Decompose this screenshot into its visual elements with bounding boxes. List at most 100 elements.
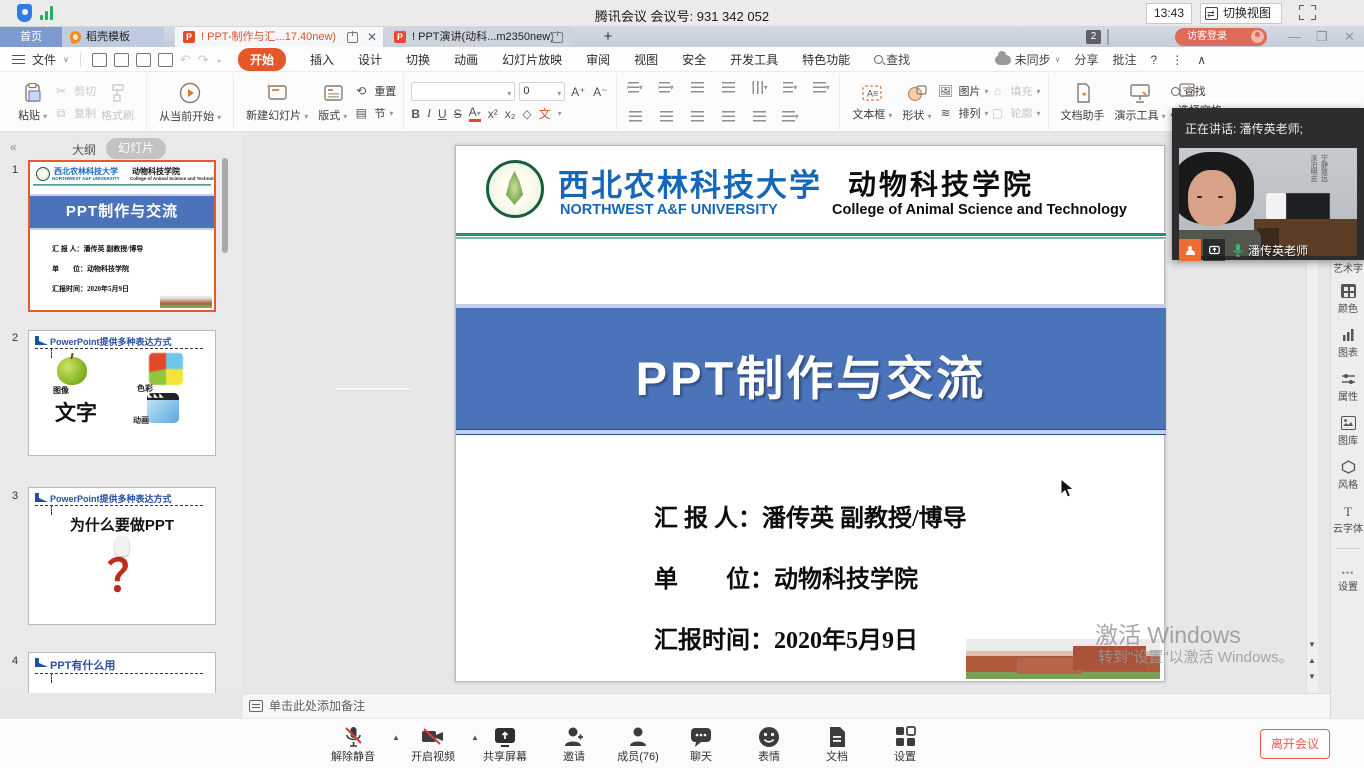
new-tab-button[interactable]: + [598, 27, 618, 47]
reset-button[interactable]: ⟲重置 [352, 83, 396, 99]
print-preview-icon[interactable] [136, 53, 151, 67]
shapes-button[interactable]: 形状 ▾ [897, 82, 936, 123]
slide-thumbnail-1[interactable]: 西北农林科技大学 动物科技学院 NORTHWEST A&F UNIVERSITY… [28, 160, 216, 312]
sidebar-item-style[interactable]: 风格 [1331, 460, 1364, 491]
doc-assistant-button[interactable]: 文档助手 [1056, 82, 1110, 123]
tab-home[interactable]: 首页 [0, 27, 62, 47]
menu-animation[interactable]: 动画 [454, 51, 478, 68]
fill-button[interactable]: ⌂填充▾ [988, 83, 1040, 99]
docs-button[interactable]: 文档 [802, 723, 872, 764]
bold-button[interactable]: B [411, 107, 420, 121]
sync-status[interactable]: 未同步∨ [995, 51, 1061, 68]
tab-outline[interactable]: 大纲 [72, 141, 96, 158]
unmute-button[interactable]: 解除静音 [318, 723, 388, 764]
play-from-current-button[interactable]: 从当前开始 ▾ [154, 81, 226, 124]
text-direction-button[interactable]: ▾ [748, 77, 770, 99]
redo-icon[interactable]: ↷ [198, 52, 209, 68]
fullscreen-icon[interactable] [1299, 5, 1316, 20]
main-menu-icon[interactable] [12, 55, 25, 64]
subscript-button[interactable]: x₂ [505, 107, 516, 121]
sidebar-item-color[interactable]: 颜色 [1331, 284, 1364, 315]
guest-login-button[interactable]: 访客登录 [1175, 28, 1267, 46]
sidebar-item-gallery[interactable]: 图库 [1331, 416, 1364, 447]
pin-icon[interactable] [347, 32, 358, 43]
share-button[interactable]: 分享 [1074, 51, 1098, 68]
doc-tab-active[interactable]: P ! PPT-制作与汇...17.40new) ✕ [175, 27, 383, 47]
doc-tab-inactive[interactable]: P ! PPT演讲(动科...m2350new) [386, 27, 572, 47]
menu-design[interactable]: 设计 [358, 51, 382, 68]
panel-scrollbar[interactable] [222, 158, 228, 253]
menu-view[interactable]: 视图 [634, 51, 658, 68]
font-color-button[interactable]: A▾ [469, 105, 481, 122]
increase-indent-button[interactable] [717, 77, 739, 99]
justify-button[interactable] [717, 106, 739, 128]
pin-icon[interactable] [552, 32, 563, 43]
collapse-ribbon-button[interactable]: ∧ [1197, 53, 1206, 67]
distribute-button[interactable] [748, 106, 770, 128]
italic-button[interactable]: I [427, 106, 431, 121]
align-text-button[interactable]: ▾ [779, 77, 801, 99]
paste-button[interactable]: 粘贴 ▾ [13, 82, 52, 123]
bullets-button[interactable]: ▾ [624, 77, 646, 99]
tab-template[interactable]: 稻壳模板 [62, 27, 164, 47]
quickbar-more-icon[interactable]: ⌄ [216, 55, 223, 64]
menu-review[interactable]: 审阅 [586, 51, 610, 68]
slide-thumbnail-3[interactable]: PowerPoint提供多种表达方式 为什么要做PPT ？ [28, 487, 216, 625]
columns-button[interactable]: ▾ [810, 77, 832, 99]
sidebar-item-chart[interactable]: 图表 [1331, 328, 1364, 359]
section-button[interactable]: ▤节▾ [352, 105, 396, 121]
more-button[interactable]: ⋮ [1171, 53, 1183, 67]
sidebar-item-properties[interactable]: 属性 [1331, 372, 1364, 403]
align-right-button[interactable] [686, 106, 708, 128]
menu-transition[interactable]: 切换 [406, 51, 430, 68]
members-button[interactable]: 成员(76) [603, 723, 673, 764]
preview-icon[interactable] [158, 53, 173, 67]
numbering-button[interactable]: ▾ [655, 77, 677, 99]
menu-home[interactable]: 开始 [238, 48, 286, 71]
slide-thumbnail-2[interactable]: PowerPoint提供多种表达方式 图像 色彩 文字 动画 [28, 330, 216, 456]
align-left-button[interactable] [624, 106, 646, 128]
text-box-button[interactable]: A≡ 文本框 ▾ [847, 83, 897, 122]
presentation-tools-button[interactable]: 演示工具 ▾ [1110, 82, 1171, 123]
video-overlay[interactable]: 正在讲话: 潘传英老师; 宁静致远 淡泊明志 潘传英老师 [1172, 108, 1364, 260]
font-size-combo[interactable]: 0▾ [519, 82, 565, 101]
undo-icon[interactable]: ↶ [180, 52, 191, 68]
menu-features[interactable]: 特色功能 [802, 51, 850, 68]
minimize-button[interactable]: — [1288, 29, 1301, 44]
sidebar-item-wordart[interactable]: 艺术字 [1331, 260, 1364, 275]
scroll-down-icon[interactable]: ▼ [1307, 640, 1317, 649]
font-family-combo[interactable]: ▾ [411, 82, 515, 101]
notes-bar[interactable]: 单击此处添加备注 [243, 693, 1330, 718]
outline-button[interactable]: ▢轮廓▾ [988, 105, 1040, 121]
format-painter-button[interactable]: 格式刷 [96, 82, 139, 123]
next-slide-icon[interactable]: ▼ [1307, 672, 1317, 681]
chat-button[interactable]: 聊天 [666, 723, 736, 764]
file-menu[interactable]: 文件 [32, 51, 56, 68]
save-icon[interactable] [92, 53, 107, 67]
picture-button[interactable]: 🖼图片▾ [936, 83, 988, 99]
share-screen-button[interactable]: 共享屏幕 [470, 723, 540, 764]
menu-slideshow[interactable]: 幻灯片放映 [502, 51, 562, 68]
menu-devtools[interactable]: 开发工具 [730, 51, 778, 68]
switch-view-button[interactable]: 切换视图 [1200, 3, 1282, 24]
current-slide[interactable]: 西北农林科技大学 动物科技学院 NORTHWEST A&F UNIVERSITY… [455, 145, 1165, 682]
layout-button[interactable]: 版式 ▾ [313, 82, 352, 123]
prev-slide-icon[interactable]: ▲ [1307, 656, 1317, 665]
help-button[interactable]: ? [1151, 53, 1158, 67]
strikethrough-button[interactable]: S [454, 107, 462, 121]
clear-format-button[interactable]: ◇ [522, 107, 531, 121]
underline-button[interactable]: U [438, 107, 447, 121]
pinyin-button[interactable]: 文 [539, 105, 551, 122]
new-slide-button[interactable]: 新建幻灯片 ▾ [241, 82, 313, 123]
copy-button[interactable]: ⧉复制 [52, 105, 96, 121]
menu-security[interactable]: 安全 [682, 51, 706, 68]
print-icon[interactable] [114, 53, 129, 67]
slide-thumbnail-4[interactable]: PPT有什么用 PPT是一个科研工作者在研究工作中，与同行进行 学术交流的重要形… [28, 652, 216, 693]
collapse-panel-icon[interactable]: « [10, 140, 17, 154]
start-video-button[interactable]: 开启视频 [398, 723, 468, 764]
decrease-font-button[interactable]: A⁻ [591, 85, 609, 99]
sidebar-item-cloudfont[interactable]: T 云字体 [1331, 504, 1364, 535]
menu-insert[interactable]: 插入 [310, 51, 334, 68]
align-center-button[interactable] [655, 106, 677, 128]
invite-button[interactable]: 邀请 [539, 723, 609, 764]
